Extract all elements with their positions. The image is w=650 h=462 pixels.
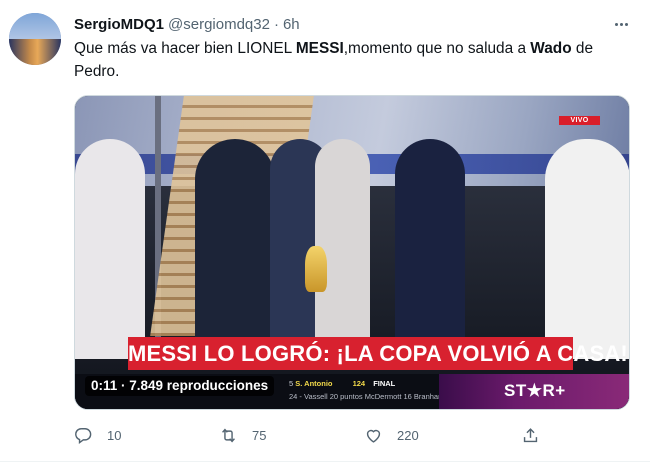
reply-count: 10 [107,427,122,443]
avatar[interactable] [9,13,61,65]
star-plus-logo: ST★R+ [439,374,629,409]
share-button[interactable] [521,423,540,447]
more-options-icon[interactable] [608,14,634,34]
brand-label: ST★R+ [504,381,566,400]
ticker-score: 124 [352,379,366,388]
retweet-count: 75 [252,427,267,443]
avatar-city [9,39,61,65]
heart-icon [366,429,381,443]
live-badge: VIVO [559,116,600,125]
trophy-icon [305,246,327,292]
like-button[interactable]: 220 [364,423,419,447]
ticker-scores: 5 S. Antonio 124 FINAL 24 - Vassell 20 p… [283,374,455,409]
ticker-row-2: 24 - Vassell 20 puntos McDermott 16 Bran… [289,392,455,401]
video-view-count: 0:11 · 7.849 reproducciones [85,376,275,396]
tweet-text-bold: Wado [530,40,572,57]
video-scene-person [75,139,145,359]
reply-icon [75,427,92,444]
ticker-team: S. Antonio [295,379,333,388]
tweet-text-part: Que más va hacer bien LIONEL [74,40,296,57]
like-count: 220 [397,427,419,443]
video-scene-person [545,139,629,359]
display-name[interactable]: SergioMDQ1 [74,16,164,33]
separator-dot: · [273,15,279,33]
retweet-button[interactable]: 75 [219,423,266,447]
headline-banner: MESSI LO LOGRÓ: ¡LA COPA VOLVIÓ A CASA! [128,337,628,370]
avatar-sky [9,13,61,42]
reply-button[interactable]: 10 [74,423,121,447]
tweet-text-bold: MESSI [295,40,344,57]
video-scene-person [195,139,275,359]
retweet-icon [222,427,235,443]
ticker-final: FINAL [373,379,396,388]
video-player[interactable]: VIVO MESSI LO LOGRÓ: ¡LA COPA VOLVIÓ A C… [74,95,630,410]
tweet-text-part: ,momento que no saluda a [343,40,531,57]
tweet-text: Que más va hacer bien LIONEL MESSI,momen… [74,37,634,83]
timestamp[interactable]: 6h [283,16,300,33]
user-handle[interactable]: @sergiomdq32 [168,16,270,33]
ticker-row: 5 S. Antonio 124 FINAL [289,379,395,388]
tweet-header: SergioMDQ1 @sergiomdq32 · 6h [74,13,300,35]
ticker-prefix: 5 [289,379,294,388]
tweet-actions: 10 75 220 [74,423,544,447]
share-icon [523,427,538,442]
video-scene-person [395,139,465,359]
tweet[interactable]: SergioMDQ1 @sergiomdq32 · 6h Que más va … [0,0,650,462]
